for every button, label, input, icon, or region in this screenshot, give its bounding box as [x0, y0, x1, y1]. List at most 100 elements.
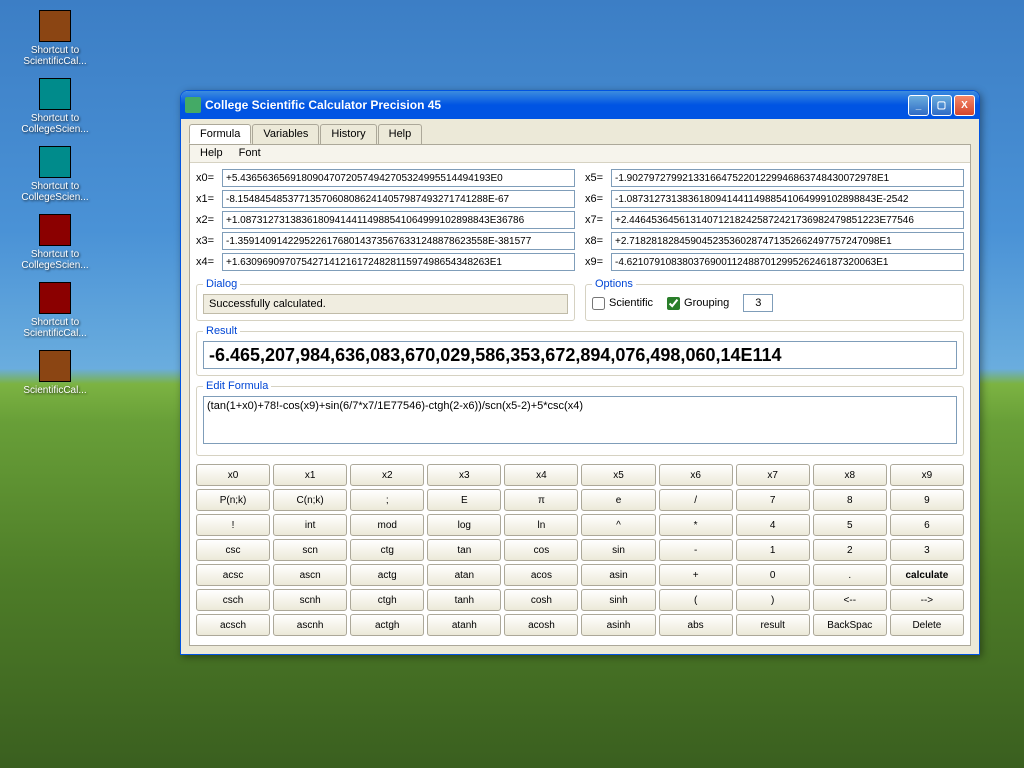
- key-abs[interactable]: abs: [659, 614, 733, 636]
- key-3[interactable]: 3: [890, 539, 964, 561]
- var-input-l4[interactable]: [222, 253, 575, 271]
- key-backspac[interactable]: BackSpac: [813, 614, 887, 636]
- key-1[interactable]: 1: [736, 539, 810, 561]
- desktop-icon[interactable]: Shortcut to ScientificCal...: [20, 282, 90, 339]
- tab-help[interactable]: Help: [378, 124, 423, 144]
- key-x6[interactable]: x6: [659, 464, 733, 486]
- key-result[interactable]: result: [736, 614, 810, 636]
- key-mod[interactable]: mod: [350, 514, 424, 536]
- key-sinh[interactable]: sinh: [581, 589, 655, 611]
- key-ln[interactable]: ln: [504, 514, 578, 536]
- scientific-checkbox-label[interactable]: Scientific: [592, 297, 653, 310]
- var-input-r3[interactable]: [611, 232, 964, 250]
- key-7[interactable]: 7: [736, 489, 810, 511]
- desktop-icon[interactable]: Shortcut to CollegeScien...: [20, 78, 90, 135]
- key-acsc[interactable]: acsc: [196, 564, 270, 586]
- var-input-l0[interactable]: [222, 169, 575, 187]
- key-x3[interactable]: x3: [427, 464, 501, 486]
- var-input-r2[interactable]: [611, 211, 964, 229]
- tab-history[interactable]: History: [320, 124, 376, 144]
- key-[interactable]: -: [659, 539, 733, 561]
- key-ctgh[interactable]: ctgh: [350, 589, 424, 611]
- key-cos[interactable]: cos: [504, 539, 578, 561]
- key-[interactable]: ;: [350, 489, 424, 511]
- key-2[interactable]: 2: [813, 539, 887, 561]
- key-[interactable]: /: [659, 489, 733, 511]
- key-sin[interactable]: sin: [581, 539, 655, 561]
- grouping-value-input[interactable]: [743, 294, 773, 312]
- key-[interactable]: !: [196, 514, 270, 536]
- key-scnh[interactable]: scnh: [273, 589, 347, 611]
- key-int[interactable]: int: [273, 514, 347, 536]
- key-cnk[interactable]: C(n;k): [273, 489, 347, 511]
- key-asinh[interactable]: asinh: [581, 614, 655, 636]
- key-actgh[interactable]: actgh: [350, 614, 424, 636]
- key-[interactable]: <--: [813, 589, 887, 611]
- key-ctg[interactable]: ctg: [350, 539, 424, 561]
- key-x5[interactable]: x5: [581, 464, 655, 486]
- key-[interactable]: *: [659, 514, 733, 536]
- key-cosh[interactable]: cosh: [504, 589, 578, 611]
- key-atan[interactable]: atan: [427, 564, 501, 586]
- desktop-icon[interactable]: Shortcut to CollegeScien...: [20, 146, 90, 203]
- key-tanh[interactable]: tanh: [427, 589, 501, 611]
- key-0[interactable]: 0: [736, 564, 810, 586]
- key-log[interactable]: log: [427, 514, 501, 536]
- key-x1[interactable]: x1: [273, 464, 347, 486]
- key-[interactable]: .: [813, 564, 887, 586]
- key-x8[interactable]: x8: [813, 464, 887, 486]
- key-e[interactable]: e: [581, 489, 655, 511]
- formula-input[interactable]: [203, 396, 957, 444]
- key-tan[interactable]: tan: [427, 539, 501, 561]
- key-[interactable]: -->: [890, 589, 964, 611]
- key-9[interactable]: 9: [890, 489, 964, 511]
- grouping-checkbox[interactable]: [667, 297, 680, 310]
- key-asin[interactable]: asin: [581, 564, 655, 586]
- key-x2[interactable]: x2: [350, 464, 424, 486]
- key-delete[interactable]: Delete: [890, 614, 964, 636]
- maximize-button[interactable]: ▢: [931, 95, 952, 116]
- menu-help[interactable]: Help: [200, 147, 223, 159]
- key-[interactable]: (: [659, 589, 733, 611]
- tab-formula[interactable]: Formula: [189, 124, 251, 144]
- var-input-l1[interactable]: [222, 190, 575, 208]
- key-[interactable]: +: [659, 564, 733, 586]
- minimize-button[interactable]: _: [908, 95, 929, 116]
- key-acosh[interactable]: acosh: [504, 614, 578, 636]
- var-input-r1[interactable]: [611, 190, 964, 208]
- key-x9[interactable]: x9: [890, 464, 964, 486]
- close-button[interactable]: X: [954, 95, 975, 116]
- key-csch[interactable]: csch: [196, 589, 270, 611]
- key-pnk[interactable]: P(n;k): [196, 489, 270, 511]
- key-acos[interactable]: acos: [504, 564, 578, 586]
- desktop-icon[interactable]: Shortcut to ScientificCal...: [20, 10, 90, 67]
- titlebar[interactable]: College Scientific Calculator Precision …: [181, 91, 979, 119]
- key-csc[interactable]: csc: [196, 539, 270, 561]
- key-scn[interactable]: scn: [273, 539, 347, 561]
- scientific-checkbox[interactable]: [592, 297, 605, 310]
- key-atanh[interactable]: atanh: [427, 614, 501, 636]
- key-actg[interactable]: actg: [350, 564, 424, 586]
- key-[interactable]: ): [736, 589, 810, 611]
- key-e[interactable]: E: [427, 489, 501, 511]
- key-acsch[interactable]: acsch: [196, 614, 270, 636]
- menu-font[interactable]: Font: [239, 147, 261, 159]
- tab-variables[interactable]: Variables: [252, 124, 319, 144]
- key-ascn[interactable]: ascn: [273, 564, 347, 586]
- var-input-r0[interactable]: [611, 169, 964, 187]
- key-x0[interactable]: x0: [196, 464, 270, 486]
- key-8[interactable]: 8: [813, 489, 887, 511]
- key-x4[interactable]: x4: [504, 464, 578, 486]
- key-5[interactable]: 5: [813, 514, 887, 536]
- key-ascnh[interactable]: ascnh: [273, 614, 347, 636]
- key-calculate[interactable]: calculate: [890, 564, 964, 586]
- key-6[interactable]: 6: [890, 514, 964, 536]
- key-[interactable]: π: [504, 489, 578, 511]
- var-input-l3[interactable]: [222, 232, 575, 250]
- desktop-icon[interactable]: Shortcut to CollegeScien...: [20, 214, 90, 271]
- key-[interactable]: ^: [581, 514, 655, 536]
- grouping-checkbox-label[interactable]: Grouping: [667, 297, 729, 310]
- key-4[interactable]: 4: [736, 514, 810, 536]
- var-input-r4[interactable]: [611, 253, 964, 271]
- desktop-icon[interactable]: ScientificCal...: [20, 350, 90, 396]
